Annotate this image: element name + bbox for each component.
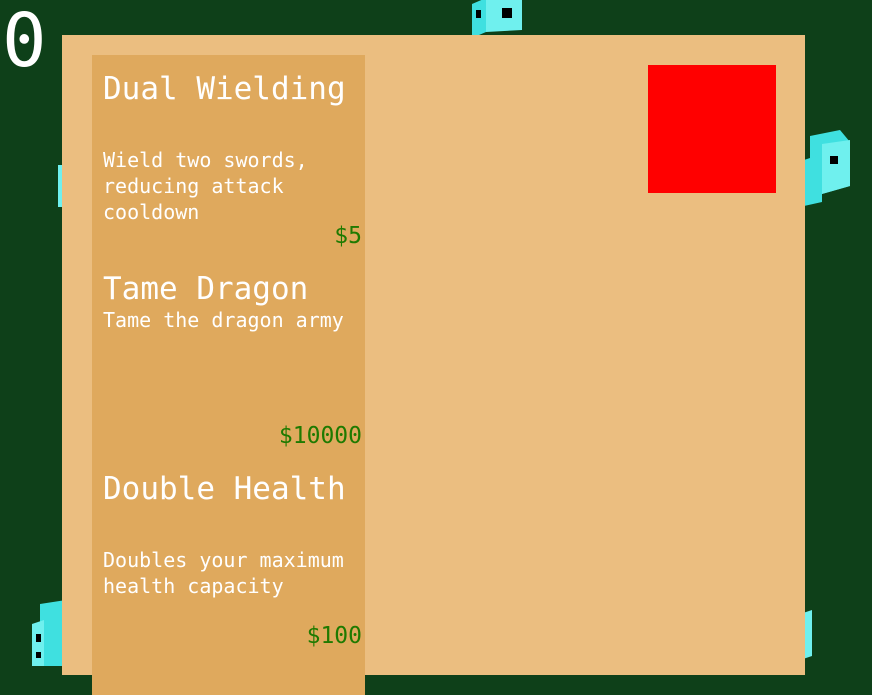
score-counter: 0 — [2, 0, 47, 84]
shop-item-tame-dragon[interactable]: Tame Dragon Tame the dragon army $10000 — [92, 269, 365, 459]
item-title: Tame Dragon — [103, 271, 309, 307]
item-title: Dual Wielding — [103, 71, 346, 107]
item-description: Tame the dragon army — [103, 308, 344, 332]
item-price: $100 — [306, 623, 362, 649]
item-description: Wield two swords, reducing attack cooldo… — [103, 148, 308, 224]
item-title: Double Health — [103, 471, 346, 507]
shop-item-list[interactable]: Dual Wielding Wield two swords, reducing… — [92, 55, 365, 695]
shop-item-dual-wielding[interactable]: Dual Wielding Wield two swords, reducing… — [92, 69, 365, 259]
item-price: $10000 — [278, 423, 362, 449]
shop-item-double-health[interactable]: Double Health Doubles your maximum healt… — [92, 469, 365, 659]
dice-sprite-right — [804, 130, 850, 206]
close-button[interactable] — [648, 65, 776, 193]
item-description: Doubles your maximum health capacity — [103, 548, 344, 598]
item-price: $5 — [334, 223, 362, 249]
dice-sprite-top — [472, 0, 522, 38]
shop-panel: Dual Wielding Wield two swords, reducing… — [62, 35, 805, 695]
